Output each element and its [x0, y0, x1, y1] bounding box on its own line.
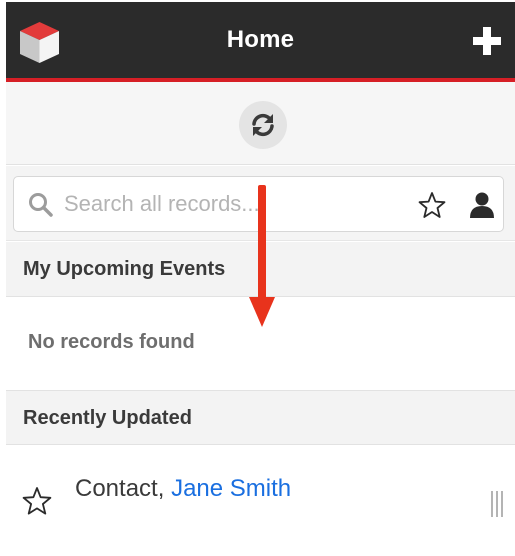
recently-updated-header: Recently Updated [6, 390, 515, 445]
search-input[interactable] [64, 187, 364, 221]
star-icon[interactable] [418, 191, 446, 219]
empty-message: No records found [28, 331, 195, 353]
search-icon [29, 193, 53, 217]
upcoming-events-title: My Upcoming Events [23, 258, 226, 280]
pull-to-refresh-bar [6, 82, 515, 165]
refresh-button[interactable] [239, 101, 287, 149]
refresh-icon [252, 113, 274, 137]
app-header: Home [6, 2, 515, 82]
record-link[interactable]: Jane Smith [171, 475, 291, 502]
drag-handle-icon[interactable] [490, 491, 504, 517]
pull-down-arrow-icon [249, 185, 275, 327]
page-title: Home [226, 26, 295, 53]
list-item[interactable]: Contact, Jane Smith [6, 446, 515, 556]
record-module: Contact, [75, 475, 165, 502]
recently-updated-title: Recently Updated [23, 407, 192, 429]
star-icon[interactable] [22, 486, 52, 516]
person-icon[interactable] [469, 191, 495, 219]
list-item-text: Contact, Jane Smith [75, 475, 291, 503]
plus-icon[interactable] [473, 27, 501, 55]
